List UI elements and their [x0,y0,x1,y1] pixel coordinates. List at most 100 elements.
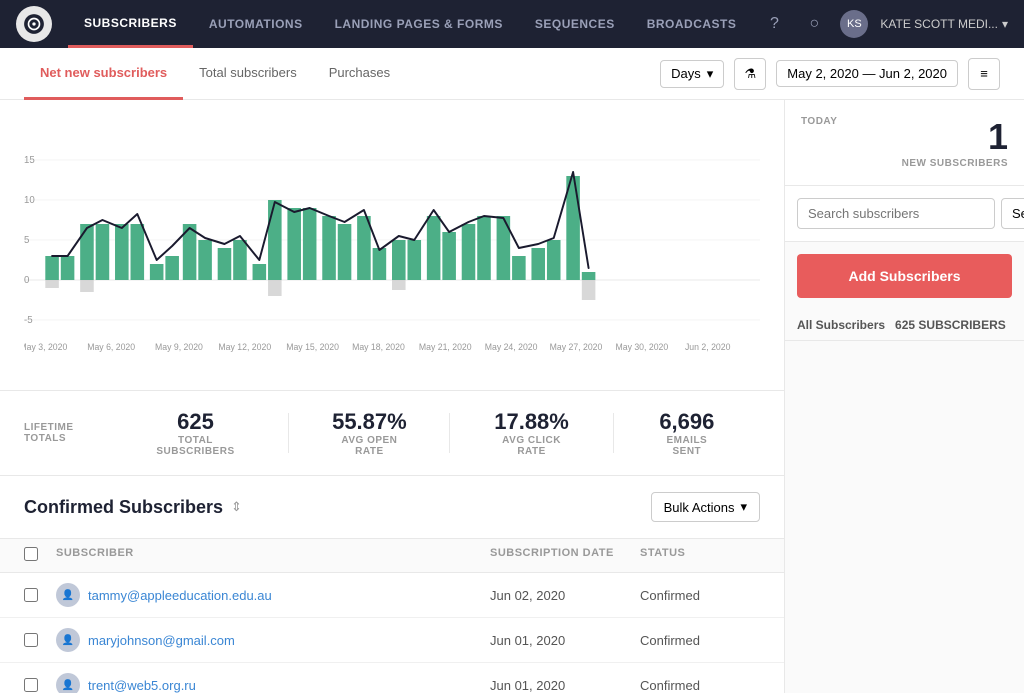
help-button[interactable]: ? [760,10,788,38]
bulk-actions-button[interactable]: Bulk Actions ▾ [651,492,760,522]
days-select[interactable]: Days ▾ [660,60,724,88]
svg-text:May 3, 2020: May 3, 2020 [24,342,67,352]
svg-text:-5: -5 [24,315,33,326]
subscriber-email-link[interactable]: tammy@appleeducation.edu.au [88,588,272,603]
table-row: 👤 trent@web5.org.ru Jun 01, 2020 Confirm… [0,663,784,693]
avatar: 👤 [56,628,80,652]
stats-bar: LIFETIME TOTALS 625 TOTAL SUBSCRIBERS 55… [0,391,784,476]
subtabs-bar: Net new subscribers Total subscribers Pu… [0,48,1024,100]
row-checkbox[interactable] [24,633,38,647]
all-subscribers-row: All Subscribers 625 SUBSCRIBERS [785,310,1024,341]
col-header-subscriber: SUBSCRIBER [56,547,490,564]
row-subscriber: 👤 maryjohnson@gmail.com [56,628,490,652]
nav-item-automations[interactable]: AUTOMATIONS [193,0,319,48]
confirmed-subscribers-label: Confirmed Subscribers [24,497,223,518]
table-section: Confirmed Subscribers ⇕ Bulk Actions ▾ S… [0,476,784,693]
right-panel: TODAY 1 NEW SUBSCRIBERS Search Add Subsc… [784,100,1024,693]
avatar: 👤 [56,583,80,607]
today-new-subscribers-value: 1 [902,116,1008,158]
lifetime-totals-label: LIFETIME TOTALS [24,422,110,444]
chart-container: 15 10 5 0 -5 [24,120,760,380]
subscriber-email-link[interactable]: trent@web5.org.ru [88,678,196,693]
tab-purchases[interactable]: Purchases [313,48,406,100]
table-header: Confirmed Subscribers ⇕ Bulk Actions ▾ [0,476,784,539]
stat-divider-2 [449,413,450,453]
svg-text:May 6, 2020: May 6, 2020 [87,342,135,352]
row-checkbox-cell[interactable] [24,588,56,602]
subscription-date: Jun 02, 2020 [490,588,640,603]
col-header-status: STATUS [640,547,760,564]
status-badge: Confirmed [640,588,760,603]
search-row: Search [797,198,1012,229]
main-layout: 15 10 5 0 -5 [0,100,1024,693]
chart-section: 15 10 5 0 -5 [0,100,784,391]
nav-item-broadcasts[interactable]: BROADCASTS [631,0,753,48]
nav-item-sequences[interactable]: SEQUENCES [519,0,631,48]
row-checkbox-cell[interactable] [24,633,56,647]
search-input[interactable] [797,198,995,229]
subscriber-email-link[interactable]: maryjohnson@gmail.com [88,633,235,648]
subscription-date: Jun 01, 2020 [490,678,640,693]
status-badge: Confirmed [640,633,760,648]
svg-text:10: 10 [24,195,35,206]
select-all-checkbox[interactable] [24,547,38,561]
chart-svg: 15 10 5 0 -5 [24,120,760,380]
svg-text:Jun 2, 2020: Jun 2, 2020 [685,342,731,352]
row-checkbox[interactable] [24,588,38,602]
avatar: KS [840,10,868,38]
stat-avg-click-rate: 17.88% AVG CLICK RATE [490,409,572,457]
search-section: Search [785,186,1024,242]
row-subscriber: 👤 trent@web5.org.ru [56,673,490,693]
row-subscriber: 👤 tammy@appleeducation.edu.au [56,583,490,607]
nav-items: SUBSCRIBERS AUTOMATIONS LANDING PAGES & … [68,0,760,48]
subtabs-controls: Days ▾ ⚗ May 2, 2020 — Jun 2, 2020 ≡ [660,58,1000,90]
nav-item-landing-pages[interactable]: LANDING PAGES & FORMS [319,0,519,48]
row-checkbox[interactable] [24,678,38,692]
today-new-subscribers-label: NEW SUBSCRIBERS [902,158,1008,169]
date-range[interactable]: May 2, 2020 — Jun 2, 2020 [776,60,958,87]
svg-text:May 18, 2020: May 18, 2020 [352,342,405,352]
chevron-down-icon: ▾ [707,66,714,82]
sort-icon[interactable]: ⇕ [231,499,242,515]
svg-text:May 24, 2020: May 24, 2020 [485,342,538,352]
subscription-date: Jun 01, 2020 [490,633,640,648]
notifications-icon[interactable]: ○ [800,10,828,38]
svg-text:May 27, 2020: May 27, 2020 [550,342,603,352]
logo[interactable] [16,6,52,42]
nav-item-subscribers[interactable]: SUBSCRIBERS [68,0,193,48]
svg-text:May 15, 2020: May 15, 2020 [286,342,339,352]
svg-text:May 12, 2020: May 12, 2020 [218,342,271,352]
col-header-date: SUBSCRIPTION DATE [490,547,640,564]
tab-total-subscribers[interactable]: Total subscribers [183,48,313,100]
table-row: 👤 tammy@appleeducation.edu.au Jun 02, 20… [0,573,784,618]
svg-text:May 30, 2020: May 30, 2020 [615,342,668,352]
chevron-down-icon: ▾ [740,499,747,515]
columns-icon: ≡ [980,66,988,81]
svg-text:May 9, 2020: May 9, 2020 [155,342,203,352]
user-menu[interactable]: KATE SCOTT MEDI... ▾ [880,17,1008,31]
checkbox-all[interactable] [24,547,56,564]
search-button[interactable]: Search [1001,198,1024,229]
tab-net-new-subscribers[interactable]: Net new subscribers [24,48,183,100]
svg-text:15: 15 [24,155,35,166]
stat-total-subscribers: 625 TOTAL SUBSCRIBERS [142,409,248,457]
today-section: TODAY 1 NEW SUBSCRIBERS [785,100,1024,186]
table-row: 👤 maryjohnson@gmail.com Jun 01, 2020 Con… [0,618,784,663]
left-content: 15 10 5 0 -5 [0,100,784,693]
add-subscribers-button[interactable]: Add Subscribers [797,254,1012,298]
columns-button[interactable]: ≡ [968,58,1000,90]
column-headers: SUBSCRIBER SUBSCRIPTION DATE STATUS [0,539,784,573]
stat-emails-sent: 6,696 EMAILS SENT [654,409,720,457]
top-nav: SUBSCRIBERS AUTOMATIONS LANDING PAGES & … [0,0,1024,48]
stat-divider-1 [288,413,289,453]
filter-button[interactable]: ⚗ [734,58,766,90]
stat-avg-open-rate: 55.87% AVG OPEN RATE [329,409,409,457]
row-checkbox-cell[interactable] [24,678,56,692]
avatar: 👤 [56,673,80,693]
stat-divider-3 [613,413,614,453]
svg-text:May 21, 2020: May 21, 2020 [419,342,472,352]
svg-text:0: 0 [24,275,30,286]
today-label: TODAY [801,116,837,127]
filter-icon: ⚗ [744,66,756,82]
status-badge: Confirmed [640,678,760,693]
